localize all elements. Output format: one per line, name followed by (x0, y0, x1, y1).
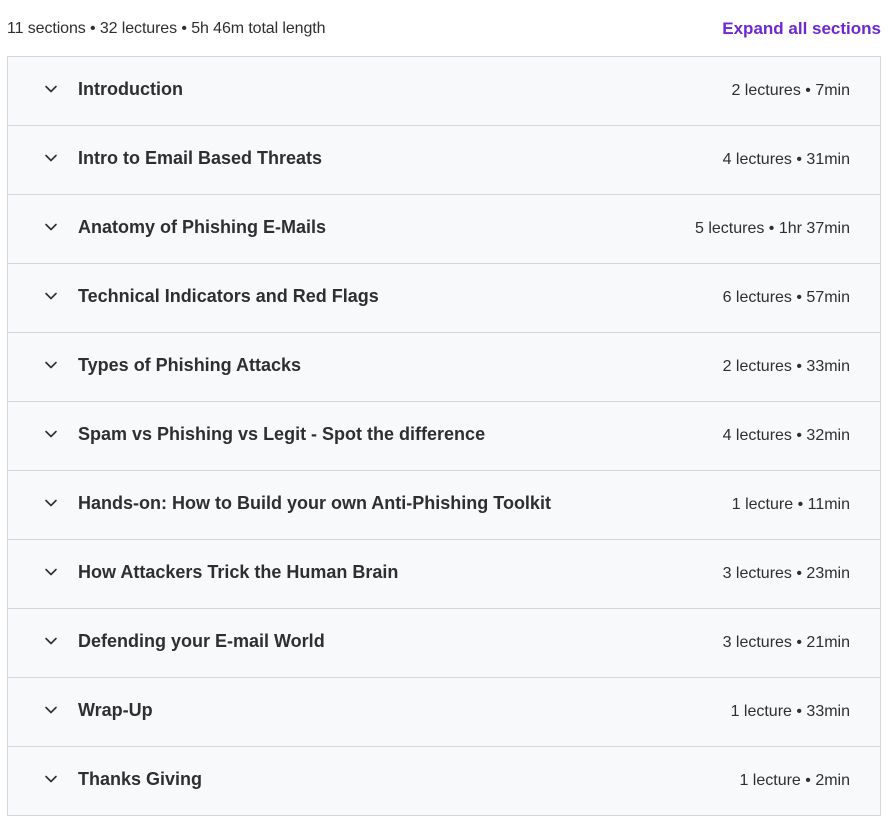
section-row[interactable]: Introduction 2 lectures • 7min (8, 57, 880, 126)
section-title: Introduction (78, 79, 183, 99)
section-title: Intro to Email Based Threats (78, 148, 323, 168)
section-meta: 1 lecture • 2min (739, 772, 850, 789)
section-title: How Attackers Trick the Human Brain (78, 562, 399, 582)
section-row[interactable]: Defending your E-mail World 3 lectures •… (8, 609, 880, 678)
section-meta: 1 lecture • 33min (730, 703, 850, 720)
section-row[interactable]: Technical Indicators and Red Flags 6 lec… (8, 264, 880, 333)
section-meta: 2 lectures • 7min (731, 82, 850, 99)
section-row[interactable]: Intro to Email Based Threats 4 lectures … (8, 126, 880, 195)
section-row[interactable]: Thanks Giving 1 lecture • 2min (8, 747, 880, 816)
section-meta: 5 lectures • 1hr 37min (694, 220, 850, 237)
chevron-down-icon[interactable] (43, 495, 59, 511)
section-meta: 4 lectures • 31min (722, 151, 850, 168)
chevron-down-icon[interactable] (43, 219, 59, 235)
chevron-down-icon[interactable] (43, 771, 59, 787)
section-row[interactable]: Anatomy of Phishing E-Mails 5 lectures •… (8, 195, 880, 264)
section-meta: 4 lectures • 32min (722, 427, 850, 444)
chevron-down-icon[interactable] (43, 633, 59, 649)
chevron-down-icon[interactable] (43, 702, 59, 718)
section-title: Spam vs Phishing vs Legit - Spot the dif… (78, 424, 486, 444)
section-row[interactable]: Hands-on: How to Build your own Anti-Phi… (8, 471, 880, 540)
section-meta: 6 lectures • 57min (722, 289, 850, 306)
chevron-down-icon[interactable] (43, 150, 59, 166)
chevron-down-icon[interactable] (43, 564, 59, 580)
curriculum-header: 11 sections • 32 lectures • 5h 46m total… (0, 0, 889, 57)
section-meta: 2 lectures • 33min (722, 358, 850, 375)
section-row[interactable]: Spam vs Phishing vs Legit - Spot the dif… (8, 402, 880, 471)
section-row[interactable]: Types of Phishing Attacks 2 lectures • 3… (8, 333, 880, 402)
section-title: Types of Phishing Attacks (78, 355, 302, 375)
section-title: Anatomy of Phishing E-Mails (78, 217, 327, 237)
section-title: Technical Indicators and Red Flags (78, 286, 379, 306)
section-meta: 1 lecture • 11min (731, 496, 850, 513)
section-meta: 3 lectures • 21min (722, 634, 850, 651)
chevron-down-icon[interactable] (43, 81, 59, 97)
chevron-down-icon[interactable] (43, 288, 59, 304)
course-summary: 11 sections • 32 lectures • 5h 46m total… (7, 20, 326, 37)
chevron-down-icon[interactable] (43, 357, 59, 373)
section-list: Introduction 2 lectures • 7min Intro to … (7, 56, 881, 816)
section-title: Hands-on: How to Build your own Anti-Phi… (78, 493, 551, 513)
section-row[interactable]: Wrap-Up 1 lecture • 33min (8, 678, 880, 747)
section-title: Wrap-Up (78, 700, 153, 720)
section-title: Defending your E-mail World (78, 631, 325, 651)
chevron-down-icon[interactable] (43, 426, 59, 442)
section-row[interactable]: How Attackers Trick the Human Brain 3 le… (8, 540, 880, 609)
section-meta: 3 lectures • 23min (722, 565, 850, 582)
section-title: Thanks Giving (78, 769, 203, 789)
expand-all-sections-button[interactable]: Expand all sections (722, 19, 881, 39)
